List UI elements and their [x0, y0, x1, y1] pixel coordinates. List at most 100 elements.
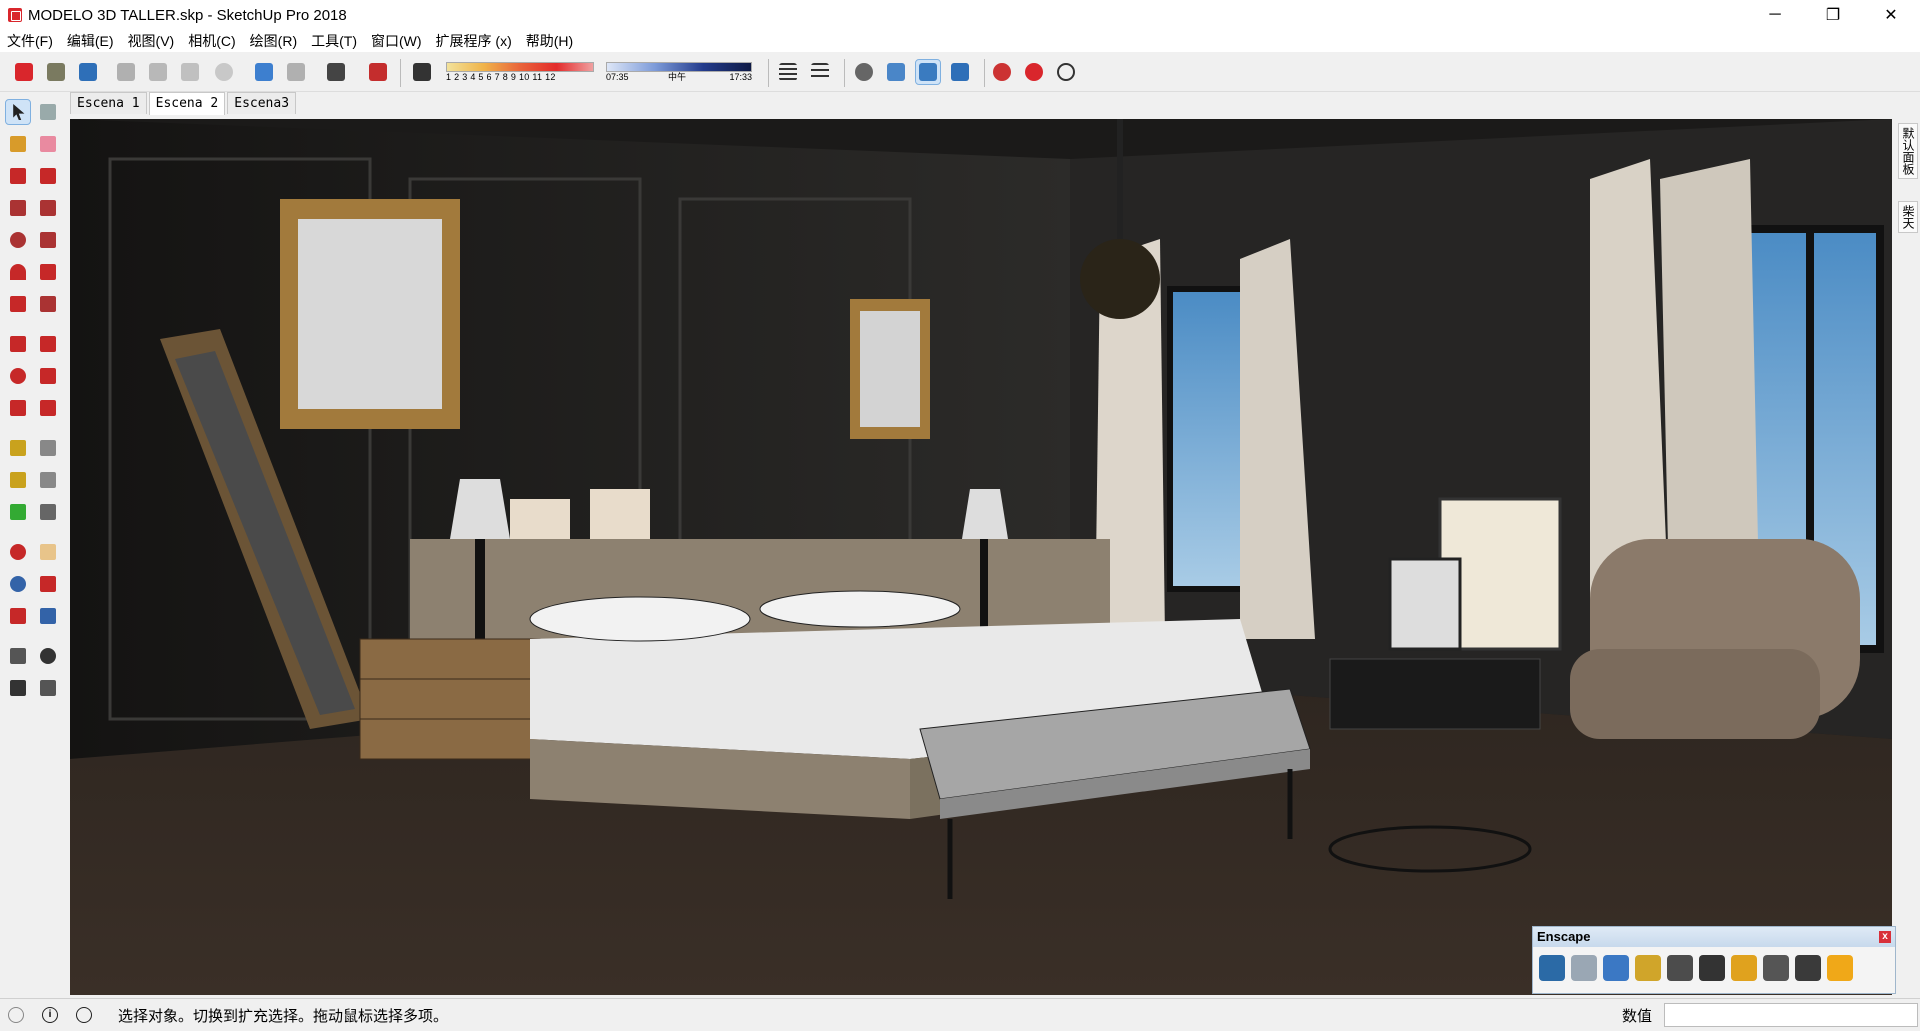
text-tool[interactable]: [36, 468, 60, 492]
pan-tool[interactable]: [36, 540, 60, 564]
settings-icon[interactable]: [1763, 955, 1789, 981]
3d-text-tool[interactable]: [36, 500, 60, 524]
dimension-tool[interactable]: [36, 436, 60, 460]
component-tool[interactable]: [36, 100, 60, 124]
minimize-button[interactable]: ─: [1746, 0, 1804, 30]
display-section-planes-button[interactable]: [884, 60, 908, 84]
scene-tab-2[interactable]: Escena 2: [148, 92, 226, 115]
scene-tab-3[interactable]: Escena3: [227, 92, 297, 114]
redo-button[interactable]: [284, 60, 308, 84]
follow-me-tool[interactable]: [36, 364, 60, 388]
instructor-tray-tab[interactable]: 柴天: [1898, 201, 1918, 233]
orbit-tool[interactable]: [6, 540, 30, 564]
display-section-cuts-button[interactable]: [915, 59, 941, 85]
enscape-close-button[interactable]: x: [1879, 931, 1891, 943]
lines-icon: [811, 63, 829, 81]
model-info-button[interactable]: [366, 60, 390, 84]
light-icon[interactable]: [1635, 955, 1661, 981]
section-fill-toggle-button[interactable]: [948, 60, 972, 84]
credits-icon[interactable]: i: [42, 1007, 58, 1023]
section-plane-tool[interactable]: [36, 676, 60, 700]
push-pull-tool[interactable]: [36, 332, 60, 356]
menu-file[interactable]: 文件(F): [0, 30, 60, 52]
model-viewport[interactable]: [70, 119, 1892, 995]
shadow-time-slider[interactable]: 07:35 中午 17:33: [606, 62, 752, 82]
move-tool[interactable]: [6, 332, 30, 356]
menu-help[interactable]: 帮助(H): [519, 30, 580, 52]
menu-camera[interactable]: 相机(C): [181, 30, 242, 52]
rotated-rectangle-tool[interactable]: [36, 196, 60, 220]
menu-window[interactable]: 窗口(W): [364, 30, 429, 52]
line-tool[interactable]: [6, 164, 30, 188]
zoom-tool[interactable]: [6, 572, 30, 596]
axes-tool[interactable]: [6, 500, 30, 524]
menu-view[interactable]: 视图(V): [121, 30, 182, 52]
push-pull-icon: [40, 336, 56, 352]
save-button[interactable]: [76, 60, 100, 84]
feedback-icon[interactable]: [1795, 955, 1821, 981]
section-plane-button[interactable]: [852, 60, 876, 84]
pie-tool[interactable]: [36, 292, 60, 316]
offset-tool[interactable]: [36, 396, 60, 420]
walk-icon[interactable]: [1539, 955, 1565, 981]
scale-tool[interactable]: [6, 396, 30, 420]
walk-tool[interactable]: [6, 676, 30, 700]
cut-button[interactable]: [114, 60, 138, 84]
enscape-start-button[interactable]: [990, 60, 1014, 84]
tape-measure-tool[interactable]: [6, 436, 30, 460]
section-fill-button[interactable]: [776, 60, 800, 84]
menu-edit[interactable]: 编辑(E): [60, 30, 121, 52]
license-icon[interactable]: [1827, 955, 1853, 981]
three-point-arc-tool[interactable]: [6, 292, 30, 316]
arc-icon: [10, 264, 26, 280]
shadows-toggle-button[interactable]: [410, 60, 434, 84]
sound-icon[interactable]: [1667, 955, 1693, 981]
print-button[interactable]: [324, 60, 348, 84]
paste-button[interactable]: [178, 60, 202, 84]
menu-extensions[interactable]: 扩展程序 (x): [429, 30, 519, 52]
time-noon-label: 中午: [668, 72, 687, 82]
toolbar-separator: [768, 59, 769, 87]
measurements-input[interactable]: [1664, 1003, 1918, 1027]
shadow-month-slider[interactable]: 1 2 3 4 5 6 7 8 9 10 11 12: [446, 62, 594, 82]
zoom-extents-tool[interactable]: [6, 604, 30, 628]
arc-tool[interactable]: [6, 260, 30, 284]
erase-button[interactable]: [212, 60, 236, 84]
start-icon[interactable]: [1603, 955, 1629, 981]
select-tool[interactable]: [5, 99, 31, 125]
position-camera-tool[interactable]: [6, 644, 30, 668]
enscape-add-button[interactable]: [1022, 60, 1046, 84]
rotate-tool[interactable]: [6, 364, 30, 388]
user-icon[interactable]: [76, 1007, 92, 1023]
copy-button[interactable]: [146, 60, 170, 84]
two-point-arc-tool[interactable]: [36, 260, 60, 284]
add-asset-icon[interactable]: [1731, 955, 1757, 981]
sync-icon[interactable]: [1571, 955, 1597, 981]
undo-button[interactable]: [252, 60, 276, 84]
scene-tab-1[interactable]: Escena 1: [70, 92, 147, 114]
new-model-button[interactable]: [12, 60, 36, 84]
previous-view-tool[interactable]: [36, 604, 60, 628]
zoom-window-tool[interactable]: [36, 572, 60, 596]
menu-draw[interactable]: 绘图(R): [243, 30, 304, 52]
geo-location-icon[interactable]: [8, 1007, 24, 1023]
circle-tool[interactable]: [6, 228, 30, 252]
open-button[interactable]: [44, 60, 68, 84]
enscape-toolbar-header[interactable]: Enscape x: [1533, 927, 1895, 947]
protractor-tool[interactable]: [6, 468, 30, 492]
rectangle-tool[interactable]: [6, 196, 30, 220]
shadow-icon: [413, 63, 431, 81]
maximize-button[interactable]: ❐: [1804, 0, 1862, 30]
look-around-tool[interactable]: [36, 644, 60, 668]
freehand-tool[interactable]: [36, 164, 60, 188]
default-tray-tab[interactable]: 默认面板: [1898, 123, 1918, 179]
window-title: MODELO 3D TALLER.skp - SketchUp Pro 2018: [28, 6, 347, 24]
close-button[interactable]: ✕: [1862, 0, 1920, 30]
enscape-sync-button[interactable]: [1054, 60, 1078, 84]
render-icon[interactable]: [1699, 955, 1725, 981]
eraser-tool[interactable]: [36, 132, 60, 156]
section-lines-button[interactable]: [808, 60, 832, 84]
paint-bucket-tool[interactable]: [6, 132, 30, 156]
menu-tools[interactable]: 工具(T): [304, 30, 364, 52]
polygon-tool[interactable]: [36, 228, 60, 252]
